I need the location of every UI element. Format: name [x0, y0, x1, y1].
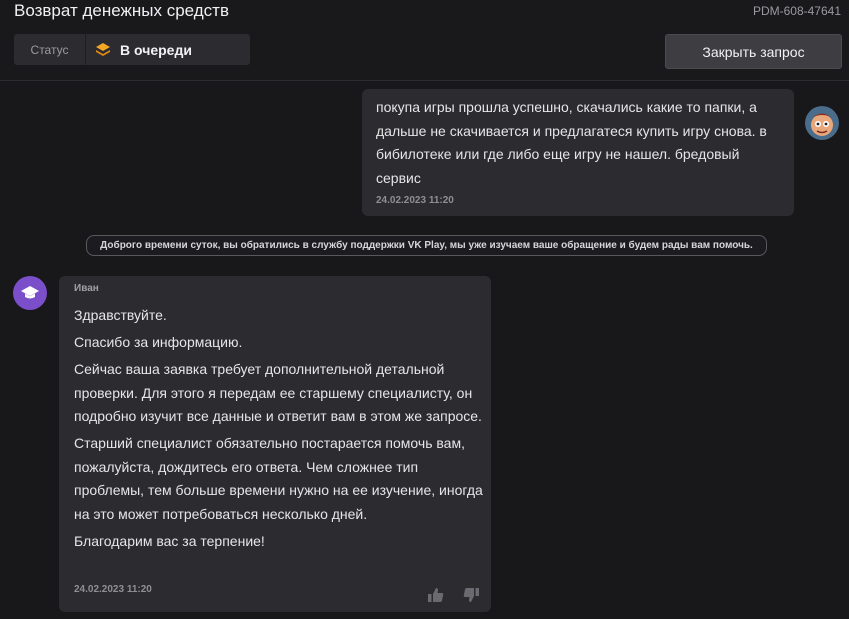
- agent-paragraph: Здравствуйте.: [74, 307, 167, 323]
- layers-icon: [94, 41, 112, 59]
- like-button[interactable]: [426, 585, 446, 605]
- dislike-button[interactable]: [461, 585, 481, 605]
- system-message: Доброго времени суток, вы обратились в с…: [86, 235, 767, 256]
- agent-paragraph: Благодарим вас за терпение!: [74, 532, 265, 549]
- agent-message-time: 24.02.2023 11:20: [74, 584, 152, 595]
- agent-message-text: Здравствуйте. Спасибо за информацию. Сей…: [74, 304, 484, 557]
- user-avatar: [805, 106, 839, 140]
- graduation-cap-icon: [21, 286, 39, 299]
- agent-avatar: [13, 276, 47, 310]
- status-label: Статус: [14, 34, 86, 65]
- user-message: покупа игры прошла успешно, скачались ка…: [362, 89, 794, 216]
- status-value: В очереди: [86, 34, 192, 65]
- agent-message: Иван Здравствуйте. Спасибо за информацию…: [59, 276, 491, 612]
- ticket-id: PDM-608-47641: [752, 4, 841, 18]
- user-message-text: покупа игры прошла успешно, скачались ка…: [376, 99, 767, 186]
- agent-name: Иван: [74, 283, 99, 294]
- agent-paragraph: Сейчас ваша заявка требует дополнительно…: [74, 361, 482, 424]
- status-value-text: В очереди: [120, 41, 192, 58]
- ticket-header: Возврат денежных средств PDM-608-47641 С…: [0, 0, 849, 81]
- page-title: Возврат денежных средств: [14, 1, 229, 20]
- user-message-time: 24.02.2023 11:20: [376, 195, 454, 206]
- status-box: Статус В очереди: [14, 34, 250, 65]
- agent-paragraph: Спасибо за информацию.: [74, 334, 243, 350]
- close-request-button[interactable]: Закрыть запрос: [665, 34, 842, 69]
- thumbs-down-icon: [463, 588, 479, 602]
- thumbs-up-icon: [428, 588, 444, 602]
- agent-paragraph: Старший специалист обязательно постарает…: [74, 435, 483, 522]
